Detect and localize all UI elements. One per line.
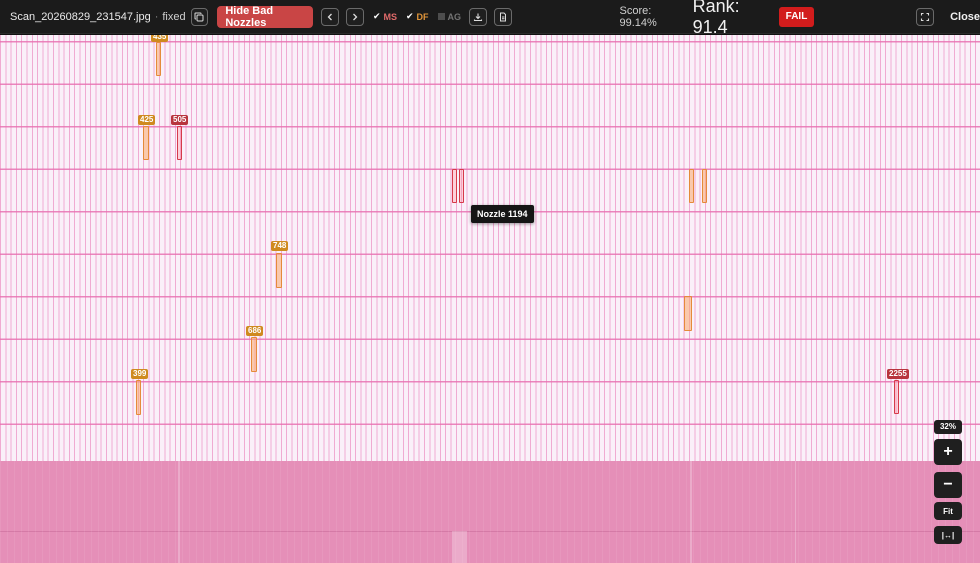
nozzle-marker[interactable]	[143, 126, 149, 160]
check-icon: ✔	[406, 11, 414, 21]
rank-text: Rank: 91.4	[692, 0, 740, 37]
marker-label: 399	[131, 369, 149, 379]
minus-icon: −	[943, 476, 953, 493]
download-icon	[473, 13, 482, 21]
zoom-out-button[interactable]: −	[934, 472, 962, 498]
toggle-ag-label: AG	[447, 11, 462, 22]
document-icon	[499, 12, 506, 21]
score-text: Score: 99.14%	[619, 4, 657, 29]
fullscreen-icon	[921, 12, 930, 21]
view-mode-label: fixed	[162, 10, 186, 23]
nozzle-marker[interactable]	[251, 337, 257, 372]
nozzle-marker[interactable]	[684, 296, 692, 331]
previous-button[interactable]	[321, 7, 340, 26]
copy-button[interactable]	[190, 7, 209, 26]
fullscreen-button[interactable]	[916, 7, 935, 26]
nozzle-marker[interactable]	[177, 126, 182, 160]
streak	[690, 461, 692, 563]
nozzle-marker[interactable]	[156, 42, 161, 76]
streak	[452, 531, 467, 563]
file-name: Scan_20260829_231547.jpg	[10, 10, 151, 23]
toggle-ms-label: MS	[383, 11, 398, 22]
fit-button[interactable]: Fit	[934, 502, 962, 520]
streak	[178, 461, 180, 563]
top-toolbar: Scan_20260829_231547.jpg · fixed Hide Ba…	[0, 0, 980, 37]
nozzle-marker[interactable]	[459, 169, 464, 203]
marker-label: 425	[138, 115, 156, 125]
nozzle-pattern	[0, 35, 980, 461]
fit-width-button[interactable]: |↔|	[934, 526, 962, 544]
report-button[interactable]	[493, 7, 512, 26]
toggle-df[interactable]: ✔ DF	[406, 11, 429, 22]
zoom-in-button[interactable]: +	[934, 439, 962, 465]
nozzle-marker[interactable]	[276, 253, 282, 288]
solid-fill-band	[0, 461, 980, 563]
nozzle-marker[interactable]	[894, 380, 899, 414]
title-separator: ·	[154, 10, 159, 23]
toggle-ms[interactable]: ✔ MS	[373, 11, 397, 22]
toggle-df-label: DF	[416, 11, 429, 22]
chevron-left-icon	[327, 13, 333, 20]
toggle-ag[interactable]: AG	[437, 11, 462, 22]
marker-label: 435	[151, 35, 169, 42]
hide-bad-nozzles-button[interactable]: Hide Bad Nozzles	[217, 5, 314, 29]
nozzle-marker[interactable]	[702, 169, 707, 203]
marker-label: 505	[171, 115, 189, 125]
nozzle-marker[interactable]	[689, 169, 694, 203]
marker-label: 2255	[887, 369, 909, 379]
fit-width-icon: |↔|	[941, 530, 955, 540]
nozzle-marker[interactable]	[136, 380, 141, 415]
close-button[interactable]: Close	[950, 11, 980, 23]
nozzle-marker[interactable]	[452, 169, 457, 203]
chevron-right-icon	[353, 13, 358, 20]
streak	[795, 461, 796, 563]
marker-label: 748	[271, 241, 289, 251]
status-badge: FAIL	[778, 6, 815, 27]
next-button[interactable]	[346, 7, 364, 26]
zoom-level: 32%	[934, 420, 962, 434]
scan-viewport[interactable]: 435 425 505 748 686 399 2255 Nozzle 1194…	[0, 35, 980, 563]
download-button[interactable]	[469, 7, 487, 26]
check-icon: ✔	[372, 11, 381, 21]
nozzle-tooltip: Nozzle 1194	[471, 205, 534, 223]
plus-icon: +	[943, 443, 953, 460]
marker-label: 686	[246, 326, 264, 336]
copy-icon	[194, 12, 204, 21]
checkbox-unchecked-icon	[437, 13, 445, 20]
